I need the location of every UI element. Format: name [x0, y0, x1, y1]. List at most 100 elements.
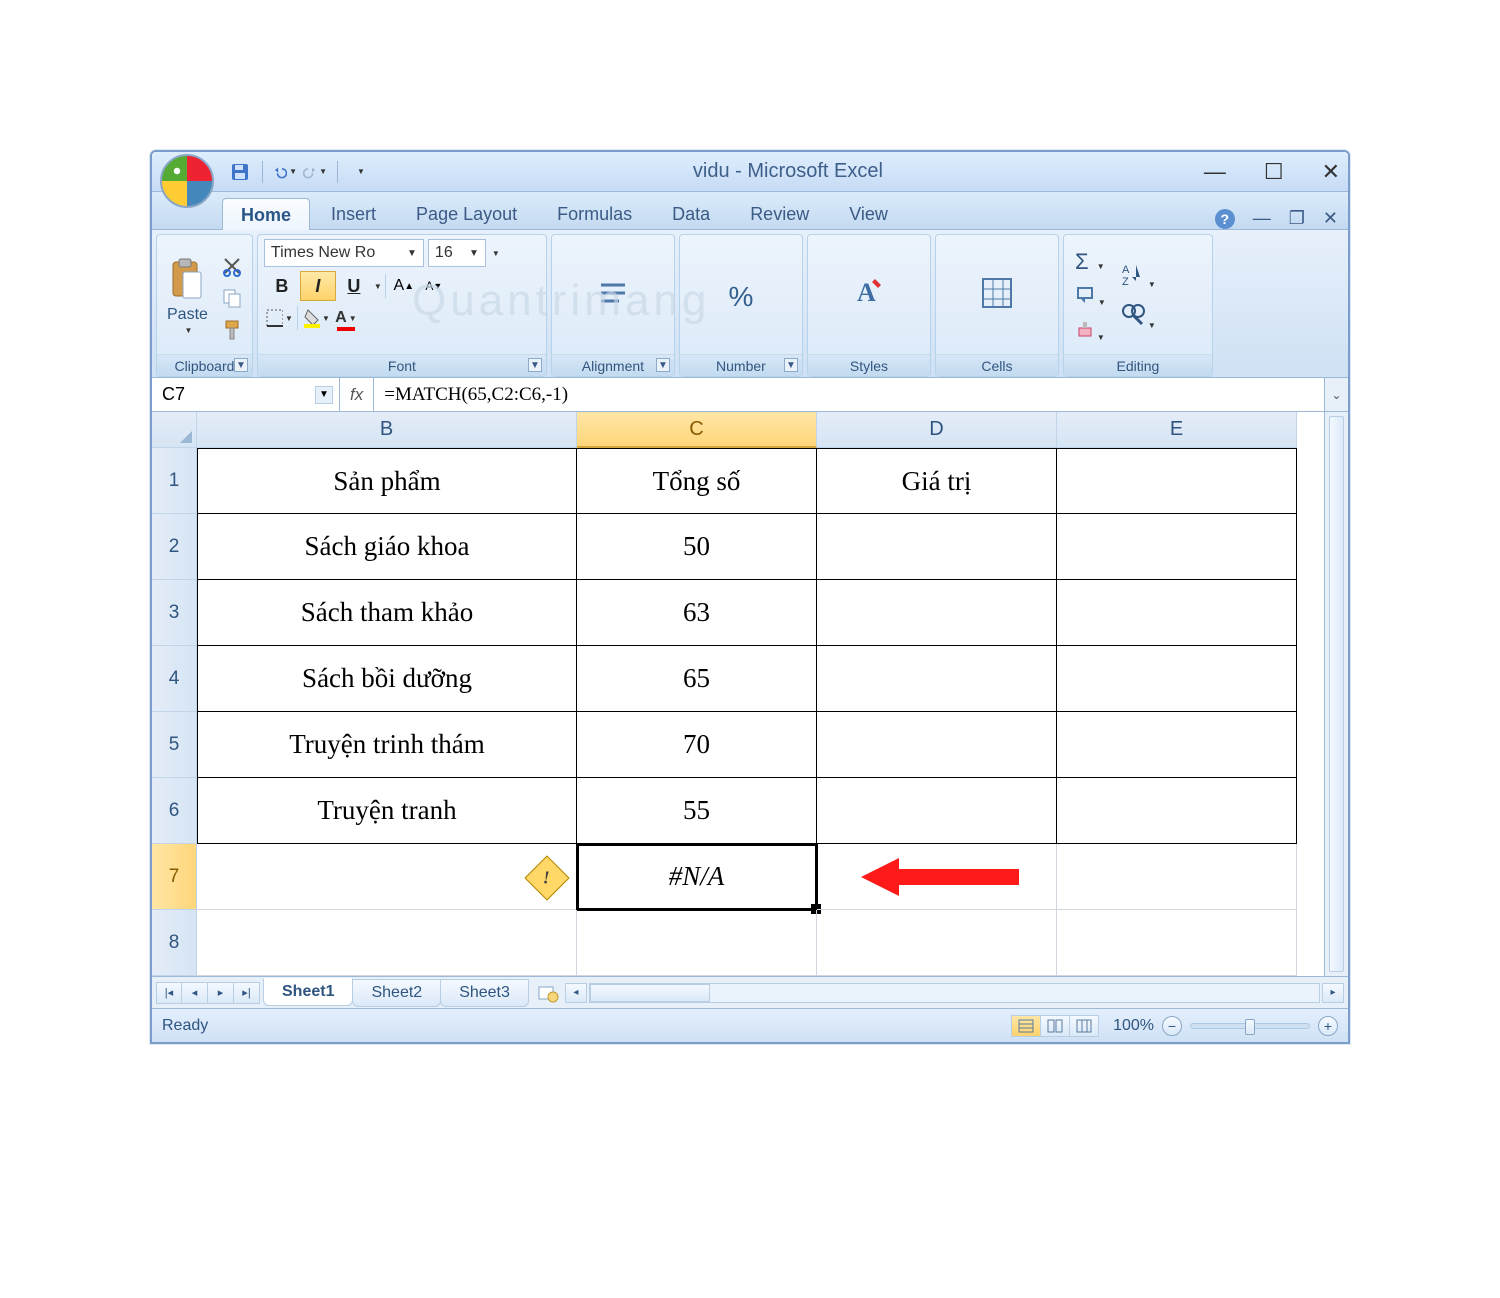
row-header-2[interactable]: 2 [152, 514, 196, 580]
cell-E1[interactable] [1057, 448, 1297, 514]
cell-E3[interactable] [1057, 580, 1297, 646]
tab-home[interactable]: Home [222, 198, 310, 230]
col-header-B[interactable]: B [197, 412, 577, 448]
sheet-nav-next[interactable]: ▸ [208, 982, 234, 1004]
cell-D2[interactable] [817, 514, 1057, 580]
autosum-button[interactable]: Σ ▼ [1075, 249, 1105, 275]
bold-button[interactable]: B [264, 271, 300, 301]
cell-B3[interactable]: Sách tham khảo [197, 580, 577, 646]
sheet-tab-1[interactable]: Sheet1 [263, 978, 353, 1006]
zoom-level[interactable]: 100% [1113, 1017, 1154, 1035]
view-normal-button[interactable] [1011, 1015, 1041, 1037]
qat-redo-button[interactable]: ▼ [303, 160, 327, 184]
cell-D4[interactable] [817, 646, 1057, 712]
insert-sheet-button[interactable] [535, 982, 561, 1004]
cell-E7[interactable] [1057, 844, 1297, 910]
number-icon[interactable]: % [728, 281, 753, 313]
cell-C4[interactable]: 65 [577, 646, 817, 712]
clear-button[interactable]: ▼ [1075, 320, 1105, 345]
underline-button[interactable]: U [336, 271, 372, 301]
alignment-launcher[interactable]: ▼ [656, 358, 670, 372]
row-header-4[interactable]: 4 [152, 646, 196, 712]
workbook-restore-button[interactable]: ❐ [1289, 208, 1305, 229]
grow-font-button[interactable]: A▲ [389, 273, 419, 299]
qat-save-button[interactable] [228, 160, 252, 184]
cell-B8[interactable] [197, 910, 577, 976]
cell-C3[interactable]: 63 [577, 580, 817, 646]
cell-E5[interactable] [1057, 712, 1297, 778]
col-header-E[interactable]: E [1057, 412, 1297, 448]
fill-button[interactable]: ▼ [1074, 285, 1106, 310]
horizontal-scrollbar[interactable]: ◂▸ [565, 983, 1344, 1003]
cell-B2[interactable]: Sách giáo khoa [197, 514, 577, 580]
row-header-8[interactable]: 8 [152, 910, 196, 976]
workbook-close-button[interactable]: ✕ [1323, 208, 1338, 229]
cell-D8[interactable] [817, 910, 1057, 976]
dropdown-icon[interactable]: ▼ [315, 386, 333, 404]
fill-color-button[interactable]: ▼ [301, 305, 331, 331]
cell-C2[interactable]: 50 [577, 514, 817, 580]
cell-D7[interactable] [817, 844, 1057, 910]
formula-bar-expand[interactable]: ⌄ [1324, 378, 1348, 411]
copy-button[interactable] [218, 286, 246, 310]
cell-B4[interactable]: Sách bồi dưỡng [197, 646, 577, 712]
sheet-nav-first[interactable]: |◂ [156, 982, 182, 1004]
minimize-button[interactable]: — [1204, 159, 1226, 185]
cell-E8[interactable] [1057, 910, 1297, 976]
cell-B7[interactable] [197, 844, 577, 910]
cell-E2[interactable] [1057, 514, 1297, 580]
name-box[interactable]: C7▼ [152, 378, 340, 411]
view-page-layout-button[interactable] [1040, 1015, 1070, 1037]
row-header-1[interactable]: 1 [152, 448, 196, 514]
zoom-out-button[interactable]: − [1162, 1016, 1182, 1036]
tab-data[interactable]: Data [653, 197, 729, 229]
clipboard-launcher[interactable]: ▼ [234, 358, 248, 372]
cell-C6[interactable]: 55 [577, 778, 817, 844]
sort-filter-button[interactable]: AZ▼ [1120, 261, 1156, 292]
font-name-combo[interactable]: Times New Ro▼ [264, 239, 424, 267]
maximize-button[interactable]: ☐ [1264, 159, 1284, 185]
row-header-5[interactable]: 5 [152, 712, 196, 778]
italic-button[interactable]: I [300, 271, 336, 301]
borders-button[interactable]: ▼ [264, 305, 294, 331]
cell-B1[interactable]: Sản phẩm [197, 448, 577, 514]
styles-icon[interactable]: A [853, 275, 885, 318]
qat-customize-button[interactable]: ▼ [348, 160, 372, 184]
zoom-slider[interactable] [1190, 1023, 1310, 1029]
row-header-3[interactable]: 3 [152, 580, 196, 646]
cells-icon[interactable] [980, 276, 1014, 317]
cell-E4[interactable] [1057, 646, 1297, 712]
shrink-font-button[interactable]: A▼ [419, 273, 449, 299]
cell-D1[interactable]: Giá trị [817, 448, 1057, 514]
sheet-tab-3[interactable]: Sheet3 [440, 979, 529, 1007]
font-launcher[interactable]: ▼ [528, 358, 542, 372]
cell-C5[interactable]: 70 [577, 712, 817, 778]
qat-undo-button[interactable]: ▼ [273, 160, 297, 184]
tab-page-layout[interactable]: Page Layout [397, 197, 536, 229]
office-button[interactable] [160, 154, 214, 208]
tab-review[interactable]: Review [731, 197, 828, 229]
formula-input[interactable]: =MATCH(65,C2:C6,-1) [374, 378, 1324, 411]
vertical-scrollbar[interactable] [1324, 412, 1348, 976]
sheet-nav-prev[interactable]: ◂ [182, 982, 208, 1004]
cell-D3[interactable] [817, 580, 1057, 646]
row-header-7[interactable]: 7 [152, 844, 196, 910]
help-button[interactable]: ? [1215, 209, 1235, 229]
font-color-button[interactable]: A▼ [331, 305, 361, 331]
cell-C8[interactable] [577, 910, 817, 976]
view-page-break-button[interactable] [1069, 1015, 1099, 1037]
cell-D5[interactable] [817, 712, 1057, 778]
select-all-corner[interactable] [152, 412, 196, 448]
cell-C1[interactable]: Tổng số [577, 448, 817, 514]
tab-insert[interactable]: Insert [312, 197, 395, 229]
sheet-nav-last[interactable]: ▸| [234, 982, 260, 1004]
cut-button[interactable] [218, 254, 246, 278]
paste-button[interactable]: Paste ▼ [163, 256, 212, 337]
row-header-6[interactable]: 6 [152, 778, 196, 844]
number-launcher[interactable]: ▼ [784, 358, 798, 372]
cell-B5[interactable]: Truyện trinh thám [197, 712, 577, 778]
fx-icon[interactable]: fx [350, 385, 363, 405]
cell-D6[interactable] [817, 778, 1057, 844]
zoom-in-button[interactable]: + [1318, 1016, 1338, 1036]
font-size-combo[interactable]: 16▼ [428, 239, 486, 267]
